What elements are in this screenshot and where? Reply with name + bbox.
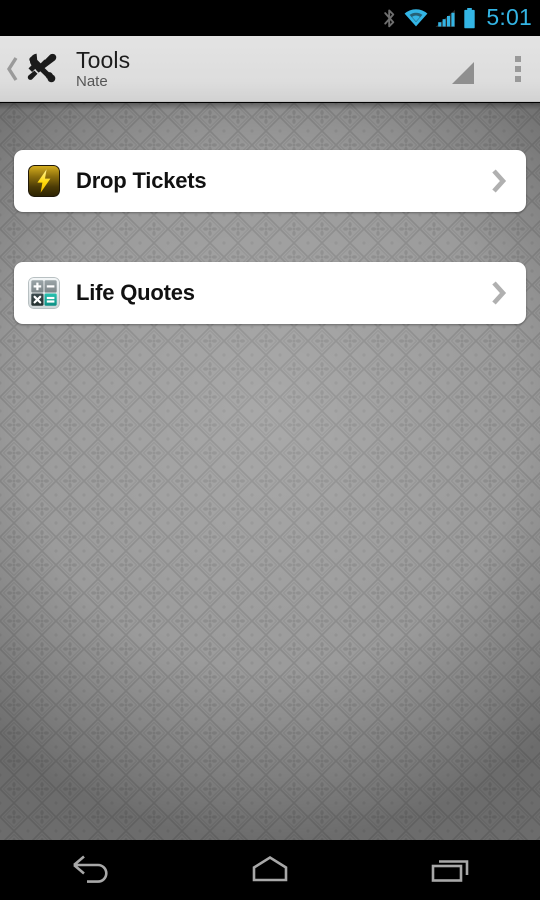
- chevron-right-icon[interactable]: [486, 166, 512, 196]
- nav-recents-button[interactable]: [360, 840, 540, 900]
- list-item[interactable]: Drop Tickets: [14, 150, 526, 212]
- wifi-icon: [404, 6, 428, 30]
- page-title: Tools: [76, 46, 131, 73]
- nav-back-button[interactable]: [0, 840, 180, 900]
- page-subtitle: Nate: [76, 72, 108, 90]
- status-bar: 5:01: [0, 0, 540, 36]
- lightning-bolt-icon: [28, 165, 60, 197]
- list-item[interactable]: Life Quotes: [14, 262, 526, 324]
- overflow-dot: [515, 55, 521, 62]
- list-item-label: Drop Tickets: [76, 168, 207, 193]
- action-bar: Tools Nate: [0, 36, 540, 102]
- status-bar-clock: 5:01: [486, 4, 532, 30]
- nav-home-button[interactable]: [180, 840, 360, 900]
- list-item-label: Life Quotes: [76, 280, 195, 305]
- action-bar-title-block[interactable]: Tools Nate: [76, 47, 444, 91]
- system-navigation-bar: [0, 840, 540, 900]
- overflow-menu-button[interactable]: [496, 36, 540, 102]
- phone-screen: 5:01 Tools Nate Drop Tickets Life Quotes: [0, 0, 540, 900]
- action-bar-drop-shadow: [0, 103, 540, 110]
- overflow-dot: [515, 75, 521, 82]
- tools-icon[interactable]: [20, 48, 62, 90]
- battery-icon: [463, 6, 476, 30]
- bluetooth-icon: [382, 6, 397, 30]
- overflow-dot: [515, 65, 521, 72]
- spinner-caret-icon[interactable]: [444, 54, 474, 84]
- cellular-signal-icon: [435, 6, 456, 30]
- up-navigation-chevron-icon[interactable]: [2, 56, 22, 82]
- tools-list: Drop Tickets Life Quotes: [0, 150, 540, 324]
- chevron-right-icon[interactable]: [486, 278, 512, 308]
- content-area: Drop Tickets Life Quotes: [0, 103, 540, 840]
- calculator-icon: [28, 277, 60, 309]
